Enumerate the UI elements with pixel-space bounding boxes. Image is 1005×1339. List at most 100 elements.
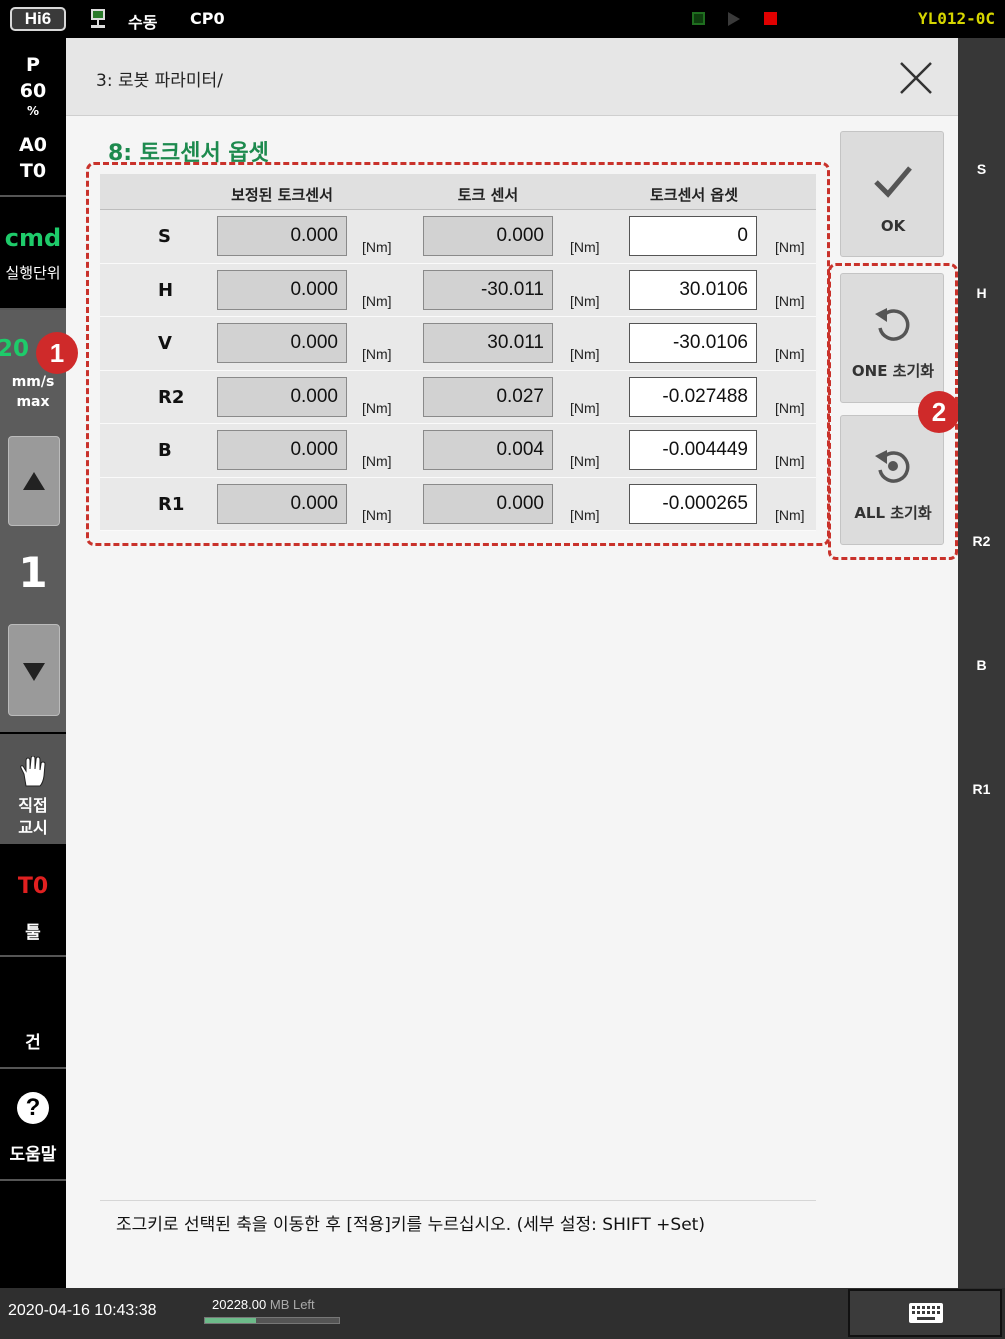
table-row[interactable]: S 0.000 [Nm] 0.000 [Nm] 0 [Nm]: [100, 210, 816, 264]
tool-code: T0: [17, 874, 49, 899]
mode-indicator: 수동: [128, 13, 158, 32]
hand-icon: [20, 756, 46, 787]
unit-label: [Nm]: [775, 453, 805, 469]
tool-button[interactable]: T0 툴: [0, 846, 66, 954]
keyboard-button[interactable]: [848, 1289, 1002, 1337]
unit-label: [Nm]: [570, 399, 600, 416]
unit-label: [Nm]: [570, 453, 600, 469]
memory-bar: [204, 1317, 340, 1324]
torque-offset-input[interactable]: -30.0106: [629, 323, 757, 363]
ok-button[interactable]: OK: [840, 131, 944, 257]
cmd-label: cmd: [4, 224, 62, 252]
corrected-torque-field: 0.000: [217, 376, 347, 417]
table-row[interactable]: R2 0.000 [Nm] 0.027 [Nm] -0.027488 [Nm]: [100, 370, 816, 424]
col-header-corrected: 보정된 토크센서: [231, 186, 333, 204]
torque-offset-input[interactable]: 30.0106: [629, 269, 757, 310]
unit-label: [Nm]: [570, 239, 600, 255]
callout-marker-2: 2: [918, 391, 960, 433]
a0-label: A0: [19, 134, 47, 156]
axis-name: V: [158, 333, 172, 354]
axis-label-r2: R2: [972, 533, 991, 549]
axis-name: R1: [158, 493, 185, 515]
all-init-button[interactable]: ALL 초기화: [840, 415, 944, 545]
memory-unit: MB Left: [269, 1297, 315, 1312]
axis-name: R2: [158, 386, 185, 408]
one-init-button[interactable]: ONE 초기화: [840, 273, 944, 403]
axis-label-s: S: [976, 161, 987, 177]
program-indicator: CP0: [190, 9, 225, 28]
robot-id: YL012-0C: [917, 9, 995, 28]
torque-sensor-field: -30.011: [423, 269, 553, 310]
axis-label-h: H: [976, 285, 987, 301]
play-status-icon: [728, 12, 740, 26]
cmd-button[interactable]: cmd 실행단위: [0, 198, 66, 308]
hint-text: 조그키로 선택된 축을 이동한 후 [적용]키를 누르십시오. (세부 설정: …: [116, 1215, 705, 1235]
breadcrumb: 3: 로봇 파라미터/: [96, 71, 223, 91]
memory-readout: 20228.00 MB Left: [212, 1297, 315, 1312]
speed-unit: mm/s: [11, 374, 55, 390]
ok-label: OK: [880, 217, 906, 235]
torque-offset-input[interactable]: -0.004449: [629, 430, 757, 470]
table-row[interactable]: B 0.000 [Nm] 0.004 [Nm] -0.004449 [Nm]: [100, 424, 816, 478]
step-up-button[interactable]: [8, 436, 60, 526]
help-icon: ?: [17, 1092, 49, 1124]
unit-label: [Nm]: [570, 292, 600, 309]
torque-sensor-field: 0.000: [423, 483, 553, 524]
unit-label: [Nm]: [362, 506, 392, 523]
axis-sidebar: S H R2 B R1: [958, 38, 1005, 1288]
unit-label: [Nm]: [362, 346, 392, 362]
speed-percent: 60: [19, 80, 47, 102]
keyboard-icon: [909, 1303, 943, 1323]
unit-label: [Nm]: [570, 506, 600, 523]
help-label: 도움말: [9, 1145, 57, 1165]
torque-offset-input[interactable]: 0: [629, 216, 757, 256]
all-init-label: ALL 초기화: [854, 504, 932, 522]
corrected-torque-field: 0.000: [217, 269, 347, 310]
speed-p-label: P: [26, 54, 40, 76]
step-panel: 1: [0, 428, 66, 732]
memory-bar-fill: [205, 1318, 256, 1323]
torque-offset-input[interactable]: -0.027488: [629, 376, 757, 417]
one-init-label: ONE 초기화: [851, 362, 935, 380]
help-button[interactable]: ? 도움말: [0, 1070, 66, 1178]
motor-status-icon: [692, 12, 705, 25]
callout-marker-1: 1: [36, 332, 78, 374]
table-row[interactable]: V 0.000 [Nm] 30.011 [Nm] -30.0106 [Nm]: [100, 317, 816, 371]
torque-sensor-field: 30.011: [423, 323, 553, 363]
checkmark-icon: [874, 166, 912, 198]
corrected-torque-field: 0.000: [217, 323, 347, 363]
gun-label: 건: [25, 1033, 41, 1053]
arrow-down-icon: [23, 663, 45, 681]
unit-label: [Nm]: [775, 292, 805, 309]
percent-unit: %: [26, 104, 40, 118]
gun-button[interactable]: 건: [0, 958, 66, 1066]
hi6-logo[interactable]: Hi6: [10, 7, 66, 31]
bottom-status-bar: 2020-04-16 10:43:38 20228.00 MB Left: [0, 1288, 1005, 1339]
hint-divider: [100, 1200, 816, 1201]
corrected-torque-field: 0.000: [217, 430, 347, 470]
corrected-torque-field: 0.000: [217, 483, 347, 524]
direct-teach-button[interactable]: 직접 교시: [0, 734, 66, 844]
torque-offset-table: 보정된 토크센서 토크 센서 토크센서 옵셋 S 0.000 [Nm] 0.000 [N…: [100, 174, 816, 531]
unit-label: [Nm]: [775, 239, 805, 255]
unit-label: [Nm]: [362, 292, 392, 309]
close-icon[interactable]: [896, 58, 936, 98]
table-row[interactable]: R1 0.000 [Nm] 0.000 [Nm] -0.000265 [Nm]: [100, 477, 816, 531]
step-down-button[interactable]: [8, 624, 60, 716]
table-row[interactable]: H 0.000 [Nm] -30.011 [Nm] 30.0106 [Nm]: [100, 263, 816, 317]
main-panel: 3: 로봇 파라미터/ 8: 토크센서 옵셋 보정된 토크센서 토크 센서 토크…: [36, 38, 960, 1288]
torque-sensor-field: 0.000: [423, 216, 553, 256]
axis-name: S: [158, 226, 171, 247]
axis-label-b: B: [976, 657, 987, 673]
torque-offset-input[interactable]: -0.000265: [629, 483, 757, 524]
stop-status-icon: [764, 12, 777, 25]
tool-label: 툴: [25, 923, 41, 943]
unit-label: [Nm]: [775, 346, 805, 362]
torque-sensor-field: 0.004: [423, 430, 553, 470]
direct-teach-line1: 직접: [18, 796, 48, 815]
top-status-bar: Hi6 수동 CP0 YL012-0C: [0, 0, 1005, 38]
step-number: 1: [18, 548, 48, 597]
t0-label: T0: [19, 160, 47, 182]
speed-max: max: [16, 394, 50, 410]
reset-one-icon: [875, 308, 910, 341]
